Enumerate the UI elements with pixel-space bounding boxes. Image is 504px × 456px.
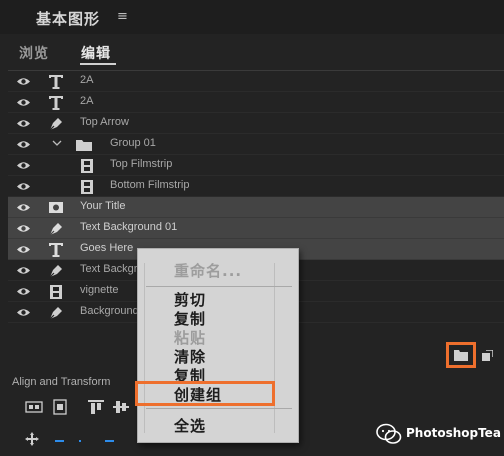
eye-icon[interactable]: [16, 118, 31, 129]
eye-icon[interactable]: [16, 139, 31, 150]
eye-icon[interactable]: [16, 286, 31, 297]
align-transform-label: Align and Transform: [12, 376, 111, 388]
eye-icon[interactable]: [16, 181, 31, 192]
watermark-text: PhotoshopTea: [406, 426, 501, 440]
layer-row[interactable]: Top Arrow: [8, 113, 504, 134]
align-top-icon[interactable]: [87, 399, 105, 415]
move-icon[interactable]: [25, 432, 39, 446]
pen-icon: [49, 265, 62, 278]
align-horizontal-icon[interactable]: [25, 399, 43, 415]
new-group-button-highlight[interactable]: [446, 342, 476, 368]
eye-icon[interactable]: [16, 160, 31, 171]
layer-row[interactable]: Group 01: [8, 134, 504, 155]
position-y-value[interactable]: [105, 440, 114, 442]
eye-icon[interactable]: [16, 97, 31, 108]
tab-edit[interactable]: 编辑: [81, 43, 111, 63]
film-icon: [81, 180, 93, 194]
tab-bar: 浏览 编辑: [0, 34, 504, 70]
menu-item-cut[interactable]: 剪切: [174, 289, 206, 310]
layer-name: Text Backgr: [80, 263, 138, 275]
layer-name: Top Arrow: [80, 116, 129, 128]
menu-item-duplicate[interactable]: 复制: [174, 365, 206, 386]
context-menu: 重命名... 剪切 复制 粘贴 清除 复制 创建组 全选: [137, 248, 299, 443]
panel-title: 基本图形: [36, 10, 101, 28]
eye-icon[interactable]: [16, 307, 31, 318]
menu-separator: [146, 286, 292, 287]
layer-name: Your Title: [80, 200, 126, 212]
active-tab-indicator: [80, 63, 116, 65]
pen-icon: [49, 307, 62, 320]
layer-name: vignette: [80, 284, 119, 296]
folder-icon: [76, 140, 92, 151]
eye-icon[interactable]: [16, 244, 31, 255]
menu-item-select-all[interactable]: 全选: [174, 415, 206, 436]
film-icon: [81, 159, 93, 173]
position-x-value[interactable]: [55, 440, 64, 442]
folder-icon[interactable]: [454, 349, 468, 361]
position-separator: [79, 440, 81, 442]
menu-item-create-group[interactable]: 创建组: [174, 384, 222, 405]
layer-row[interactable]: 2A: [8, 92, 504, 113]
layer-name: Group 01: [110, 137, 156, 149]
text-icon: [49, 75, 63, 89]
layer-name: Top Filmstrip: [110, 158, 173, 170]
text-icon: [49, 96, 63, 110]
layer-name: Bottom Filmstrip: [110, 179, 190, 191]
layer-row[interactable]: Your Title: [8, 197, 504, 218]
new-layer-icon[interactable]: [481, 350, 493, 362]
layer-row[interactable]: 2A: [8, 71, 504, 92]
align-vertical-icon[interactable]: [51, 399, 69, 415]
panel-menu-icon[interactable]: ≡: [117, 9, 128, 24]
wechat-logo-icon: [376, 423, 402, 444]
menu-item-paste[interactable]: 粘贴: [174, 327, 206, 348]
tab-browse[interactable]: 浏览: [19, 43, 49, 63]
watermark: PhotoshopTea: [372, 423, 502, 445]
pen-icon: [49, 118, 62, 131]
menu-item-copy[interactable]: 复制: [174, 308, 206, 329]
layer-name: 2A: [80, 74, 94, 86]
layer-row[interactable]: Top Filmstrip: [8, 155, 504, 176]
eye-icon[interactable]: [16, 265, 31, 276]
panel-header: 基本图形 ≡: [0, 0, 504, 34]
layer-name: Goes Here: [80, 242, 134, 254]
layer-name: Background: [80, 305, 139, 317]
chevron-down-icon[interactable]: [52, 138, 62, 148]
pen-icon: [49, 223, 62, 236]
menu-item-rename[interactable]: 重命名...: [174, 260, 242, 281]
eye-icon[interactable]: [16, 223, 31, 234]
layer-name: 2A: [80, 95, 94, 107]
menu-separator: [146, 408, 292, 409]
eye-icon[interactable]: [16, 202, 31, 213]
menu-left-rule: [144, 263, 145, 433]
layer-name: Text Background 01: [80, 221, 178, 233]
eye-icon[interactable]: [16, 76, 31, 87]
layer-row[interactable]: Bottom Filmstrip: [8, 176, 504, 197]
menu-item-clear[interactable]: 清除: [174, 346, 206, 367]
align-middle-icon[interactable]: [112, 399, 130, 415]
image-icon: [49, 202, 63, 213]
film-icon: [50, 285, 62, 299]
text-icon: [49, 243, 63, 257]
layer-row[interactable]: Text Background 01: [8, 218, 504, 239]
